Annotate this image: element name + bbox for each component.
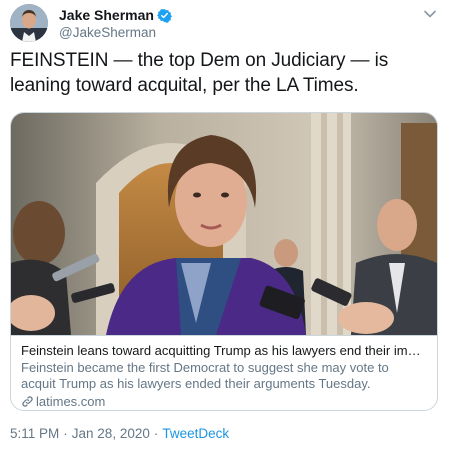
link-icon	[21, 395, 34, 408]
tweet-source-link[interactable]: TweetDeck	[162, 426, 229, 441]
card-domain: latimes.com	[21, 394, 427, 409]
meta-separator: ·	[63, 426, 68, 441]
card-description: Feinstein became the first Democrat to s…	[21, 360, 389, 391]
card-image[interactable]	[11, 113, 437, 335]
card-body[interactable]: Feinstein leans toward acquitting Trump …	[11, 335, 437, 410]
card-domain-text: latimes.com	[36, 394, 106, 409]
link-card[interactable]: Feinstein leans toward acquitting Trump …	[10, 112, 438, 411]
tweet: Jake Sherman @JakeSherman FEINSTEIN — th…	[0, 0, 450, 449]
verified-badge-icon	[157, 8, 172, 23]
avatar[interactable]	[10, 4, 48, 42]
meta-separator-2: ·	[153, 426, 159, 441]
tweet-text: FEINSTEIN — the top Dem on Judiciary — i…	[10, 50, 389, 96]
tweet-header: Jake Sherman @JakeSherman	[10, 4, 440, 44]
chevron-down-icon[interactable]	[422, 6, 438, 22]
tweet-date[interactable]: Jan 28, 2020	[72, 426, 150, 441]
tweet-time[interactable]: 5:11 PM	[10, 426, 59, 441]
author-handle[interactable]: @JakeSherman	[59, 25, 172, 40]
author-display-name[interactable]: Jake Sherman	[59, 7, 154, 23]
tweet-meta: 5:11 PM · Jan 28, 2020 · TweetDeck	[10, 426, 229, 441]
author-names: Jake Sherman @JakeSherman	[59, 6, 172, 40]
card-title: Feinstein leans toward acquitting Trump …	[21, 343, 427, 358]
